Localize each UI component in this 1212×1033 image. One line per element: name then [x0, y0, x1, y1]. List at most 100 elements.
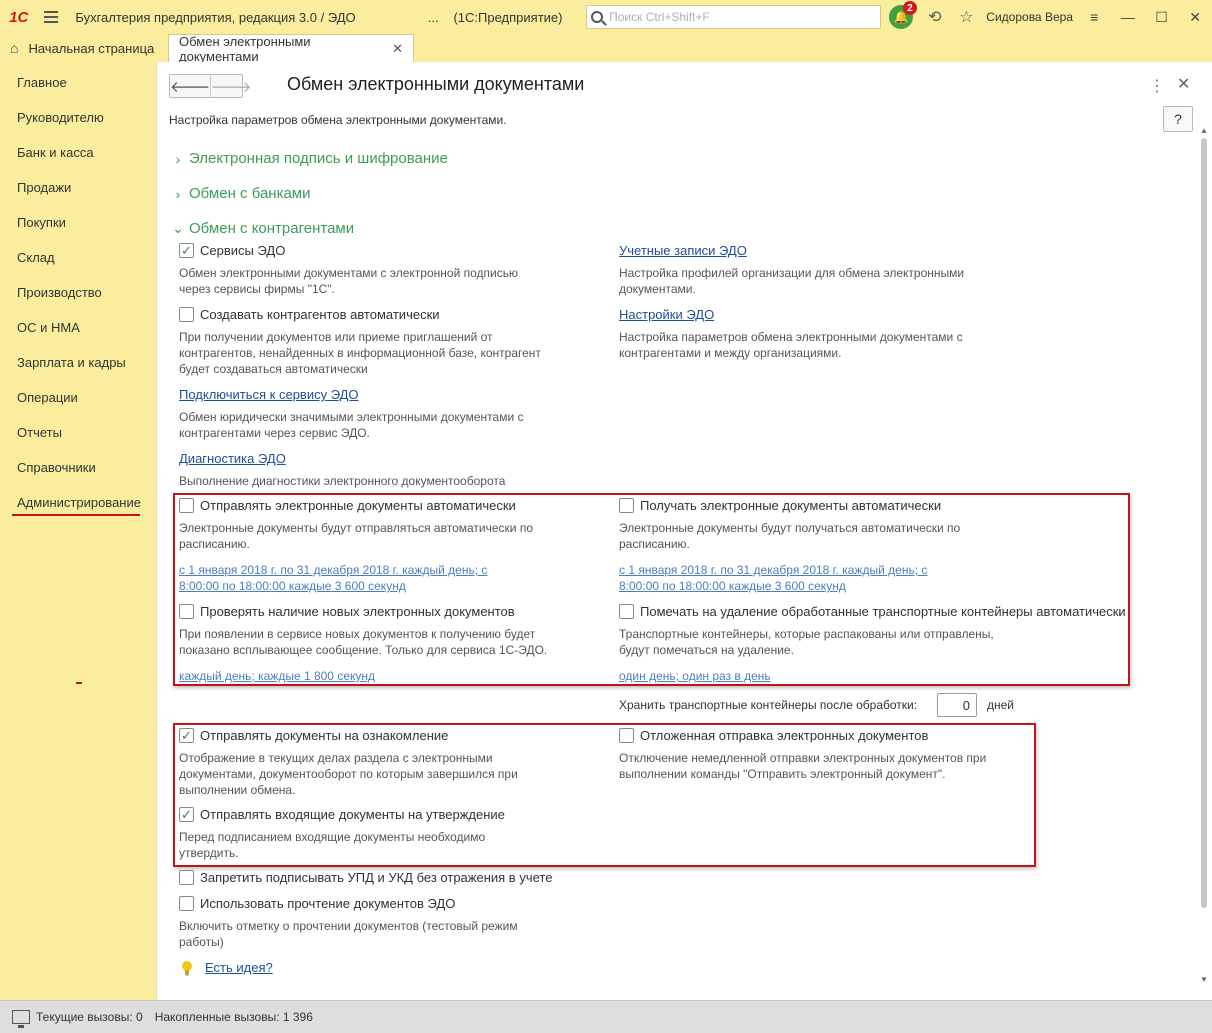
sidebar-item-sales[interactable]: Продажи — [0, 170, 156, 205]
receive-auto-schedule-link[interactable]: с 1 января 2018 г. по 31 декабря 2018 г.… — [619, 562, 927, 594]
section-counterparties-label: Обмен с контрагентами — [189, 220, 355, 237]
use-read-receipt-checkbox-row[interactable]: Использовать прочтение документов ЭДО — [179, 896, 455, 911]
auto-counterparties-checkbox-row[interactable]: Создавать контрагентов автоматически — [179, 307, 440, 322]
mark-delete-schedule-link[interactable]: один день; один раз в день — [619, 668, 771, 684]
sidebar-item-payroll[interactable]: Зарплата и кадры — [0, 345, 156, 380]
mark-delete-checkbox[interactable] — [619, 604, 634, 619]
check-new-checkbox-row[interactable]: Проверять наличие новых электронных доку… — [179, 604, 515, 619]
sidebar-item-production[interactable]: Производство — [0, 275, 156, 310]
send-auto-checkbox-row[interactable]: Отправлять электронные документы автомат… — [179, 498, 516, 513]
deferred-send-checkbox-row[interactable]: Отложенная отправка электронных документ… — [619, 728, 928, 743]
section-signature[interactable]: › Электронная подпись и шифрование — [173, 150, 448, 167]
sidebar-item-purchases[interactable]: Покупки — [0, 205, 156, 240]
forbid-sign-upd-checkbox[interactable] — [179, 870, 194, 885]
tab-home[interactable]: ⌂ Начальная страница — [0, 34, 168, 62]
check-new-checkbox[interactable] — [179, 604, 194, 619]
keep-containers-days-input[interactable]: 0 — [937, 693, 977, 717]
auto-counterparties-label: Создавать контрагентов автоматически — [200, 307, 440, 322]
tab-edo-exchange[interactable]: Обмен электронными документами ✕ — [168, 34, 414, 64]
auto-counterparties-checkbox[interactable] — [179, 307, 194, 322]
sidebar-item-reports[interactable]: Отчеты — [0, 415, 156, 450]
sections-sidebar: Главное Руководителю Банк и касса Продаж… — [0, 62, 156, 1000]
connect-service-link[interactable]: Подключиться к сервису ЭДО — [179, 387, 359, 402]
edo-services-checkbox-row[interactable]: ✓ Сервисы ЭДО — [179, 243, 285, 258]
idea-link[interactable]: Есть идея? — [205, 960, 273, 975]
connect-service-desc: Обмен юридически значимыми электронными … — [179, 410, 524, 440]
sidebar-item-warehouse[interactable]: Склад — [0, 240, 156, 275]
use-read-receipt-checkbox[interactable] — [179, 896, 194, 911]
keep-containers-label: Хранить транспортные контейнеры после об… — [619, 698, 918, 712]
section-banks[interactable]: › Обмен с банками — [173, 185, 311, 202]
search-input[interactable]: Поиск Ctrl+Shift+F — [586, 5, 882, 29]
notifications-icon[interactable]: 🔔 2 — [889, 1, 917, 29]
edo-accounts-desc: Настройка профилей организации для обмен… — [619, 266, 965, 296]
lightbulb-icon — [182, 961, 192, 976]
receive-auto-checkbox-row[interactable]: Получать электронные документы автоматич… — [619, 498, 941, 513]
edo-settings-desc: Настройка параметров обмена электронными… — [619, 330, 963, 360]
check-new-desc: При появлении в сервисе новых документов… — [179, 627, 548, 657]
app-title-ellipsis: ... — [427, 9, 439, 25]
main-menu-icon[interactable] — [38, 0, 66, 34]
deferred-send-label: Отложенная отправка электронных документ… — [640, 728, 929, 743]
sidebar-item-main[interactable]: Главное — [0, 65, 156, 100]
send-for-review-checkbox-row[interactable]: ✓ Отправлять документы на ознакомление — [179, 728, 448, 743]
settings-menu-icon[interactable]: ≡ — [1077, 0, 1111, 34]
send-incoming-approval-desc: Перед подписанием входящие документы нео… — [179, 830, 486, 860]
more-actions-icon[interactable]: ⋮ — [1149, 76, 1165, 96]
scroll-down-icon[interactable]: ▼ — [1200, 975, 1208, 984]
mark-delete-desc: Транспортные контейнеры, которые распако… — [619, 627, 994, 657]
history-icon[interactable]: ⟲ — [919, 0, 951, 34]
section-counterparties[interactable]: ⌄ Обмен с контрагентами — [172, 220, 355, 237]
send-auto-schedule-link[interactable]: с 1 января 2018 г. по 31 декабря 2018 г.… — [179, 562, 487, 594]
mark-delete-checkbox-row[interactable]: Помечать на удаление обработанные трансп… — [619, 604, 1126, 619]
diagnostics-link[interactable]: Диагностика ЭДО — [179, 451, 286, 466]
notifications-badge: 2 — [902, 1, 917, 15]
1c-logo: 1С — [9, 8, 29, 26]
sidebar-item-bank-cash[interactable]: Банк и касса — [0, 135, 156, 170]
sidebar-item-administration[interactable]: Администрирование — [0, 485, 156, 520]
sidebar-item-manager[interactable]: Руководителю — [0, 100, 156, 135]
diagnostics-desc: Выполнение диагностики электронного доку… — [179, 474, 506, 488]
close-form-icon[interactable]: ✕ — [1177, 74, 1190, 94]
keep-containers-unit: дней — [987, 698, 1015, 712]
check-new-label: Проверять наличие новых электронных доку… — [200, 604, 515, 619]
forbid-sign-upd-label: Запретить подписывать УПД и УКД без отра… — [200, 870, 553, 885]
help-button[interactable]: ? — [1163, 106, 1193, 132]
auto-counterparties-desc: При получении документов или приеме приг… — [179, 330, 541, 376]
send-incoming-approval-checkbox-row[interactable]: ✓ Отправлять входящие документы на утвер… — [179, 807, 505, 822]
check-new-schedule-link[interactable]: каждый день; каждые 1 800 секунд — [179, 668, 375, 684]
deferred-send-checkbox[interactable] — [619, 728, 634, 743]
sidebar-item-catalogs[interactable]: Справочники — [0, 450, 156, 485]
send-auto-checkbox[interactable] — [179, 498, 194, 513]
scroll-up-icon[interactable]: ▲ — [1200, 126, 1208, 135]
forbid-sign-upd-checkbox-row[interactable]: Запретить подписывать УПД и УКД без отра… — [179, 870, 552, 885]
sidebar-item-fixed-assets[interactable]: ОС и НМА — [0, 310, 156, 345]
user-name[interactable]: Сидорова Вера — [986, 10, 1077, 24]
monitor-icon[interactable] — [12, 1010, 30, 1028]
favorites-star-icon[interactable]: ☆ — [951, 0, 983, 34]
current-calls: Текущие вызовы: 0 — [36, 1010, 143, 1024]
back-arrow-icon[interactable]: 🡐 — [170, 75, 210, 97]
minimize-icon[interactable]: — — [1111, 0, 1145, 34]
send-incoming-approval-label: Отправлять входящие документы на утвержд… — [200, 807, 505, 822]
edo-services-desc: Обмен электронными документами с электро… — [179, 266, 518, 296]
scroll-thumb[interactable] — [1201, 138, 1207, 908]
vertical-scrollbar[interactable]: ▲ ▼ — [1199, 126, 1209, 984]
edo-accounts-link[interactable]: Учетные записи ЭДО — [619, 243, 747, 258]
app-mode: (1С:Предприятие) — [453, 9, 563, 25]
close-window-icon[interactable]: ✕ — [1178, 0, 1212, 34]
send-for-review-checkbox[interactable]: ✓ — [179, 728, 194, 743]
maximize-icon[interactable]: ☐ — [1145, 0, 1179, 34]
edo-services-checkbox[interactable]: ✓ — [179, 243, 194, 258]
forward-arrow-icon[interactable]: 🡒 — [210, 75, 251, 97]
send-for-review-desc: Отображение в текущих делах раздела с эл… — [179, 751, 518, 797]
sidebar-item-operations[interactable]: Операции — [0, 380, 156, 415]
receive-auto-checkbox[interactable] — [619, 498, 634, 513]
send-incoming-approval-checkbox[interactable]: ✓ — [179, 807, 194, 822]
receive-auto-label: Получать электронные документы автоматич… — [640, 498, 942, 513]
tab-close-icon[interactable]: ✕ — [392, 41, 403, 57]
edo-settings-link[interactable]: Настройки ЭДО — [619, 307, 714, 322]
search-placeholder: Поиск Ctrl+Shift+F — [609, 10, 710, 24]
mark-delete-label: Помечать на удаление обработанные трансп… — [640, 604, 1126, 619]
status-bar: Текущие вызовы: 0 Накопленные вызовы: 1 … — [0, 1000, 1212, 1033]
